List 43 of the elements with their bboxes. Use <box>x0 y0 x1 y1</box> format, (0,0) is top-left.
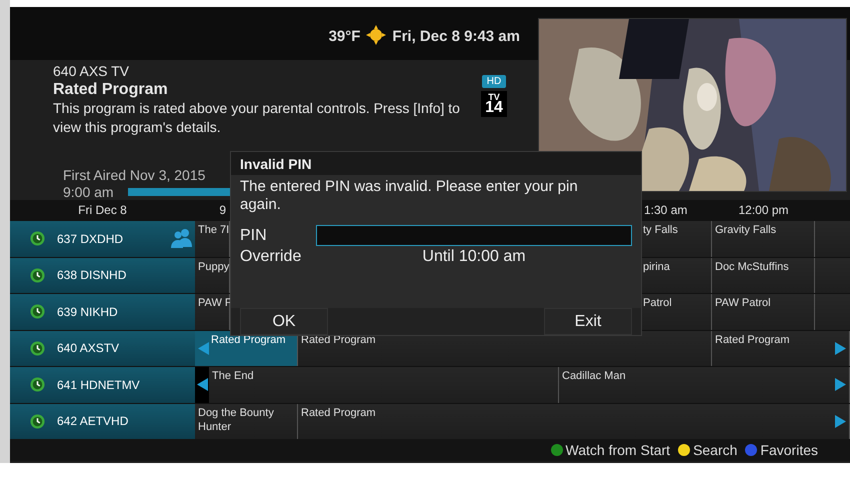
channel-label[interactable]: 641 HDNETMV <box>57 378 140 392</box>
time-slot: 12:00 pm <box>712 203 815 217</box>
key-label: Watch from Start <box>566 442 670 458</box>
hd-badge: HD <box>482 75 506 88</box>
time-slot: 1:30 am <box>640 203 712 217</box>
dialog-title: Invalid PIN <box>231 152 641 175</box>
program-cell[interactable]: PAW Patrol <box>712 294 815 330</box>
channel-name: 640 AXS TV <box>53 63 130 79</box>
channel-label[interactable]: 639 NIKHD <box>57 304 118 319</box>
clock-icon <box>30 340 45 356</box>
program-title: Rated Program <box>53 81 169 99</box>
override-value[interactable]: Until 10:00 am <box>316 248 632 266</box>
start-time: 9:00 am <box>63 184 114 200</box>
channel-label[interactable]: 640 AXSTV <box>57 341 120 356</box>
clock-icon <box>30 231 45 246</box>
channel-label[interactable]: 638 DISNHD <box>57 268 126 282</box>
program-description: This program is rated above your parental controls. Press [Info] to view this program's details. <box>53 99 461 137</box>
rating-badge: TV 14 <box>481 91 507 118</box>
dialog-message: The entered PIN was invalid. Please enter your pin again. <box>239 177 579 215</box>
clock-icon <box>30 414 45 429</box>
dialog-button[interactable]: Exit <box>544 308 632 335</box>
clock-icon <box>30 377 45 392</box>
sun-icon <box>366 25 386 45</box>
date-time: Fri, Dec 8 9:43 am <box>392 28 520 45</box>
time-slot: 9 <box>195 203 230 217</box>
program-cell[interactable]: Rated Program <box>712 330 850 366</box>
temperature: 39°F <box>328 28 360 45</box>
channel-label[interactable]: 642 AETVHD <box>57 414 128 428</box>
pin-label: PIN <box>240 226 268 244</box>
key-label: Favorites <box>760 442 818 458</box>
clock-icon <box>30 268 45 283</box>
program-cell[interactable]: Cadillac Man <box>559 367 850 402</box>
program-cell[interactable]: Gravity Falls <box>712 221 815 256</box>
key-label: Search <box>693 442 738 458</box>
guide-date: Fri Dec 8 <box>77 203 128 217</box>
channel-label[interactable]: 637 DXDHD <box>57 232 124 246</box>
dialog-button[interactable]: OK <box>240 308 328 335</box>
pin-field[interactable] <box>316 225 632 246</box>
program-cell[interactable]: Doc McStuffins <box>712 258 815 293</box>
program-cell[interactable]: The End <box>209 367 559 402</box>
override-label: Override <box>240 248 302 266</box>
first-aired: First Aired Nov 3, 2015 <box>63 167 206 183</box>
clock-icon <box>30 304 45 320</box>
